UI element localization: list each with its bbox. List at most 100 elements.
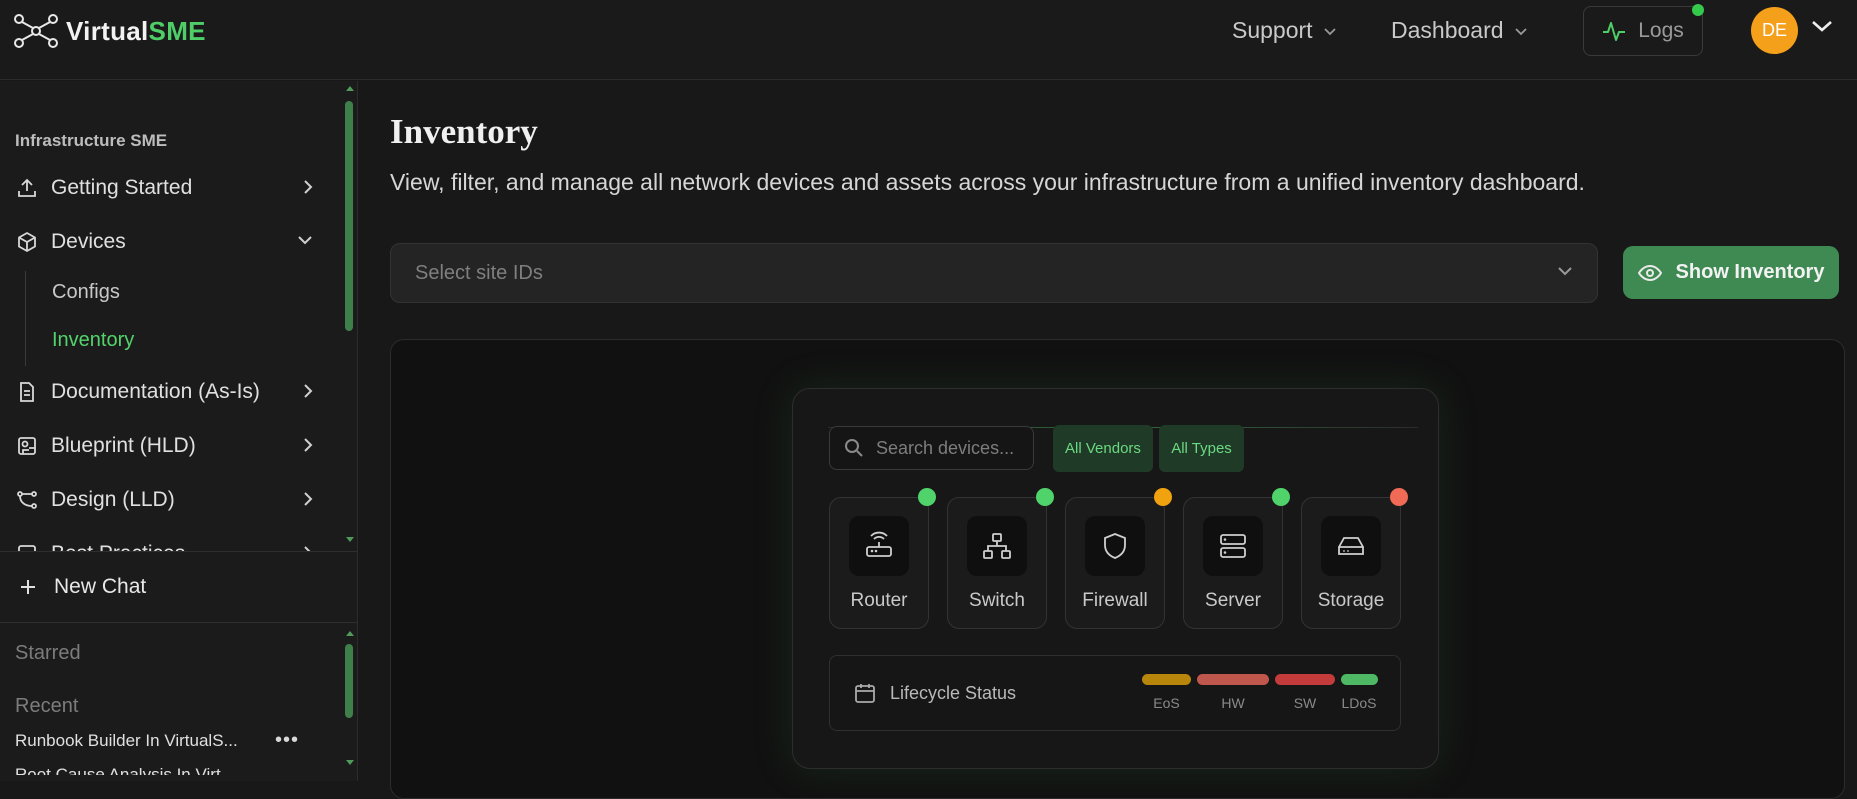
- sidebar-item-label: Getting Started: [51, 176, 193, 199]
- sidebar-item-label: Devices: [51, 230, 126, 253]
- switch-icon: [967, 516, 1027, 576]
- site-id-select[interactable]: Select site IDs: [390, 243, 1598, 303]
- lifecycle-label-sw: SW: [1293, 695, 1317, 711]
- starred-label: Starred: [15, 642, 81, 664]
- chevron-right-icon: [304, 492, 313, 506]
- sidebar-item-design[interactable]: Design (LLD): [15, 483, 315, 517]
- eye-icon: [1637, 264, 1662, 281]
- lifecycle-label-eos: EoS: [1153, 695, 1180, 711]
- show-inventory-button[interactable]: Show Inventory: [1623, 246, 1839, 299]
- logo[interactable]: VirtualSME: [14, 14, 206, 48]
- device-card-router[interactable]: Router: [829, 497, 929, 629]
- recent-clip: Root Cause Analysis In Virt...: [0, 761, 340, 775]
- sidebar-item-devices[interactable]: Devices: [15, 225, 315, 259]
- device-label: Server: [1205, 590, 1261, 611]
- status-dot-green: [1272, 488, 1290, 506]
- bezier-icon: [15, 488, 39, 512]
- sidebar-clip: Best Practices: [0, 531, 340, 551]
- dashboard-label: Dashboard: [1391, 17, 1504, 43]
- top-bar: VirtualSME Support Dashboard Logs DE: [0, 0, 1857, 80]
- device-card-storage[interactable]: Storage: [1301, 497, 1401, 629]
- chevron-down-icon: [298, 236, 312, 245]
- storage-icon: [1321, 516, 1381, 576]
- logs-label: Logs: [1638, 19, 1684, 42]
- recent-label: Recent: [15, 695, 79, 717]
- activity-icon: [1603, 22, 1626, 41]
- lifecycle-bar-hw: [1197, 674, 1269, 685]
- device-label: Storage: [1317, 590, 1385, 611]
- cube-icon: [15, 230, 39, 254]
- select-placeholder: Select site IDs: [415, 261, 543, 284]
- calendar-icon: [855, 684, 875, 703]
- sidebar-scrollbar[interactable]: [345, 101, 353, 331]
- chevron-right-icon: [304, 438, 313, 452]
- upload-icon: [15, 176, 39, 200]
- status-dot-red: [1390, 488, 1408, 506]
- chevron-down-icon[interactable]: [1810, 18, 1834, 34]
- router-icon: [849, 516, 909, 576]
- page-description: View, filter, and manage all network dev…: [390, 169, 1585, 195]
- avatar[interactable]: DE: [1751, 7, 1798, 54]
- logo-prefix: Virtual: [66, 15, 149, 46]
- support-label: Support: [1232, 17, 1313, 43]
- chevron-right-icon: [304, 180, 313, 194]
- sidebar-item-documentation[interactable]: Documentation (As-Is): [15, 375, 315, 409]
- device-card-firewall[interactable]: Firewall: [1065, 497, 1165, 629]
- chevron-right-icon: [304, 384, 313, 398]
- notification-dot: [1692, 4, 1704, 16]
- document-icon: [15, 380, 39, 404]
- device-card-switch[interactable]: Switch: [947, 497, 1047, 629]
- dashboard-menu[interactable]: Dashboard: [1391, 17, 1528, 44]
- status-dot-green: [1036, 488, 1054, 506]
- sidebar: Infrastructure SME Getting Started Devic…: [0, 81, 358, 781]
- type-filter-chip[interactable]: All Types: [1159, 425, 1244, 472]
- lifecycle-label: Lifecycle Status: [890, 683, 1017, 703]
- submenu-guide-line: [25, 271, 26, 366]
- chevron-down-icon: [1514, 27, 1527, 35]
- shield-icon: [1085, 516, 1145, 576]
- status-dot-green: [918, 488, 936, 506]
- recent-chat-item[interactable]: Root Cause Analysis In Virt...: [15, 765, 235, 775]
- lifecycle-bar-eos: [1142, 674, 1191, 685]
- sidebar-item-label: Documentation (As-Is): [51, 380, 260, 403]
- device-label: Firewall: [1082, 590, 1148, 611]
- scroll-down-arrow[interactable]: [346, 537, 354, 543]
- device-card-server[interactable]: Server: [1183, 497, 1283, 629]
- network-logo-icon: [14, 14, 58, 48]
- section-label: Infrastructure SME: [15, 131, 168, 150]
- search-placeholder: Search devices...: [876, 437, 1015, 458]
- new-chat-label: New Chat: [54, 575, 147, 598]
- lifecycle-label-hw: HW: [1221, 695, 1245, 711]
- chevron-right-icon: [304, 546, 311, 551]
- sidebar-item-label: Blueprint (HLD): [51, 434, 196, 457]
- lifecycle-status-panel: Lifecycle Status EoS HW SW LDoS: [829, 655, 1401, 731]
- more-options-icon[interactable]: •••: [275, 729, 299, 752]
- support-menu[interactable]: Support: [1232, 17, 1337, 44]
- scroll-up-arrow[interactable]: [346, 630, 354, 636]
- vendor-filter-chip[interactable]: All Vendors: [1053, 425, 1153, 472]
- recent-chat-item[interactable]: Runbook Builder In VirtualS...: [15, 731, 238, 751]
- history-scrollbar[interactable]: [345, 644, 353, 718]
- device-label: Switch: [969, 590, 1025, 611]
- logs-button[interactable]: Logs: [1583, 4, 1704, 56]
- server-icon: [1203, 516, 1263, 576]
- lifecycle-bar-sw: [1275, 674, 1335, 685]
- device-search-input[interactable]: Search devices...: [829, 426, 1034, 470]
- sidebar-item-blueprint[interactable]: Blueprint (HLD): [15, 429, 315, 463]
- sidebar-subitem-configs[interactable]: Configs: [52, 281, 120, 304]
- scroll-down-arrow[interactable]: [346, 760, 354, 766]
- sidebar-item-label: Best Practices: [51, 542, 185, 551]
- lifecycle-label-ldos: LDoS: [1341, 695, 1377, 711]
- scroll-up-arrow[interactable]: [346, 85, 354, 91]
- sidebar-item-getting-started[interactable]: Getting Started: [15, 171, 315, 205]
- new-chat-button[interactable]: New Chat: [0, 551, 358, 623]
- chevron-down-icon: [1323, 27, 1336, 35]
- logo-text: VirtualSME: [66, 16, 206, 47]
- device-label: Router: [850, 590, 908, 611]
- checklist-icon: [15, 542, 39, 551]
- sidebar-item-label: Design (LLD): [51, 488, 175, 511]
- sidebar-subitem-inventory[interactable]: Inventory: [52, 329, 134, 352]
- sidebar-item-best-practices[interactable]: Best Practices: [15, 537, 315, 551]
- search-icon: [845, 439, 863, 457]
- lifecycle-bar-ldos: [1341, 674, 1378, 685]
